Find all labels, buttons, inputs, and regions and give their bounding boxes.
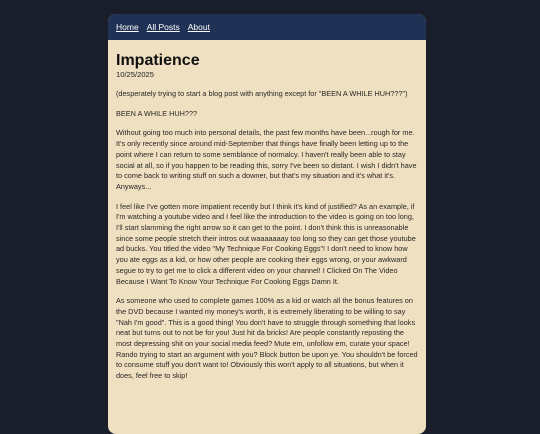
post-paragraph: Without going too much into personal det… xyxy=(116,128,417,191)
post-paragraph: (desperately trying to start a blog post… xyxy=(116,89,408,98)
post-title: Impatience xyxy=(116,52,200,69)
nav-link-all-posts[interactable]: All Posts xyxy=(147,22,180,32)
blog-page: Home All Posts About Impatience 10/25/20… xyxy=(108,14,426,434)
post-date: 10/25/2025 xyxy=(116,70,155,79)
post-paragraph: As someone who used to complete games 10… xyxy=(116,296,418,381)
post-paragraph: BEEN A WHILE HUH??? xyxy=(116,108,198,118)
top-nav: Home All Posts About xyxy=(108,14,426,40)
post-paragraph: I feel like I've gotten more impatient r… xyxy=(116,201,416,286)
nav-link-about[interactable]: About xyxy=(188,22,210,32)
post-content: Impatience 10/25/2025 (desperately tryin… xyxy=(108,40,426,382)
nav-link-home[interactable]: Home xyxy=(116,22,139,32)
